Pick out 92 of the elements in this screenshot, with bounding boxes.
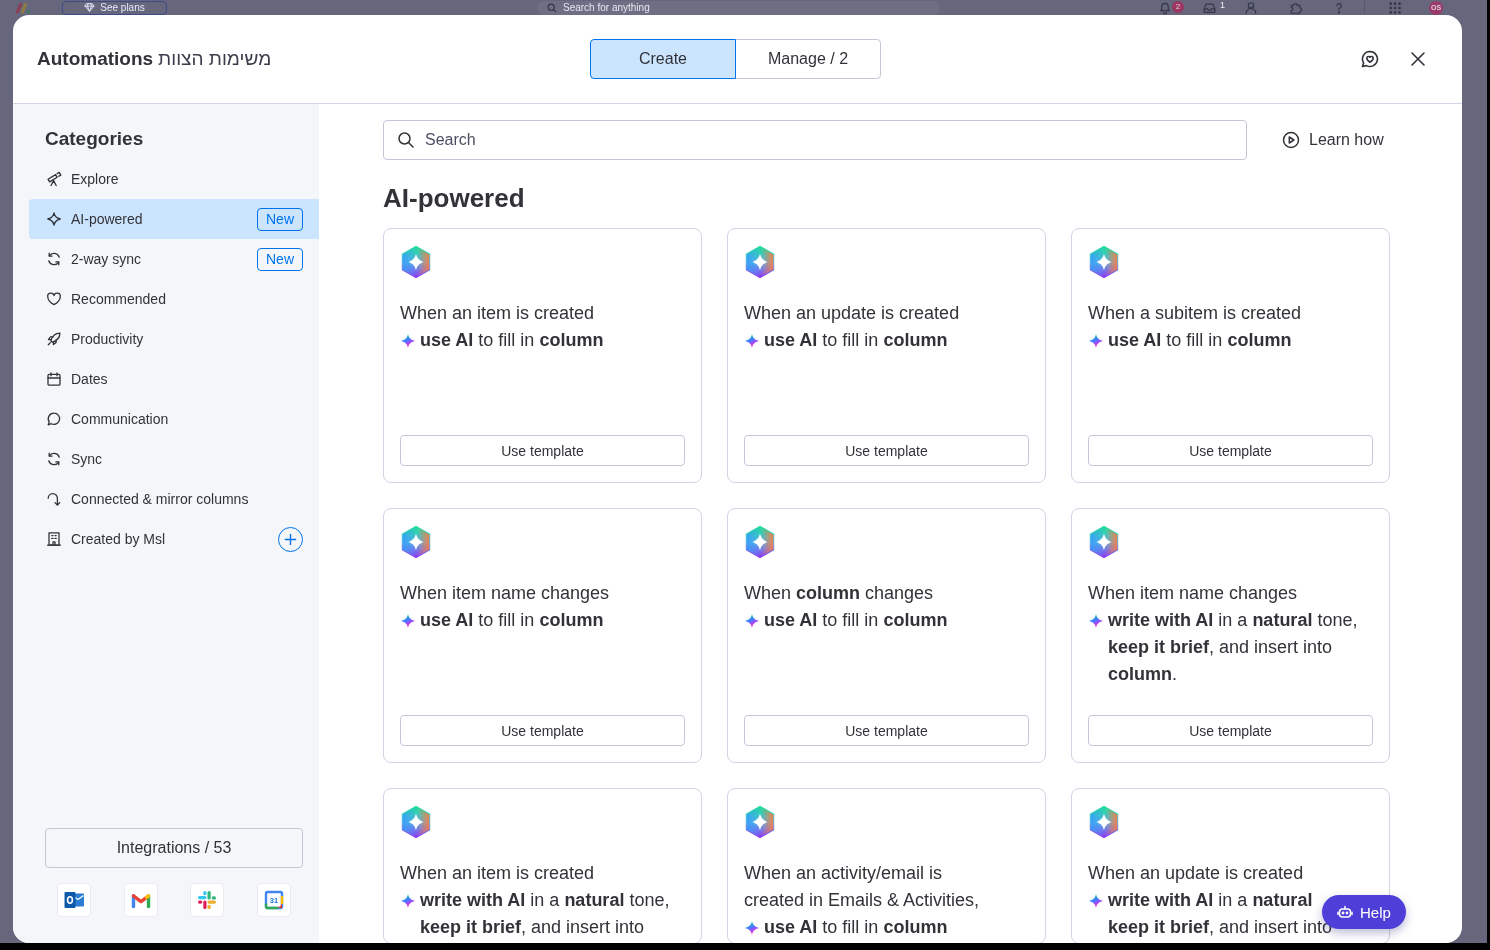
segment-tab[interactable]: Create — [590, 39, 736, 79]
sync-arrows-icon — [46, 251, 62, 267]
category-item[interactable]: Dates — [29, 359, 319, 399]
category-item[interactable]: Explore — [29, 159, 319, 199]
puzzle-icon[interactable] — [1288, 0, 1303, 15]
see-plans-button[interactable]: See plans — [62, 0, 167, 15]
pinwheel-icon[interactable] — [190, 883, 225, 917]
plus-icon — [284, 532, 297, 546]
apps-grid-icon[interactable] — [1388, 0, 1404, 15]
category-item[interactable]: Communication — [29, 399, 319, 439]
category-item[interactable]: 2-way sync New — [29, 239, 319, 279]
search-icon — [397, 131, 415, 149]
building-icon — [46, 531, 62, 547]
inbox-icon[interactable] — [1202, 0, 1217, 15]
sparkle-hexagon-icon — [1088, 525, 1120, 559]
integrations-button[interactable]: Integrations / 53 — [45, 828, 303, 868]
notification-badge: 2 — [1172, 0, 1184, 13]
robot-icon — [1337, 904, 1353, 920]
use-template-button[interactable]: Use template — [744, 435, 1029, 466]
action-text: use AI to fill in column — [420, 329, 604, 352]
use-template-button[interactable]: Use template — [400, 435, 685, 466]
bell-icon[interactable] — [1158, 0, 1172, 15]
new-badge: New — [257, 207, 303, 231]
trigger-text: When a subitem is created — [1088, 302, 1303, 325]
action-text: write with AI in a natural tone, keep it brief, and insert into column. — [1108, 609, 1358, 686]
heart-icon — [46, 291, 62, 307]
calendar-icon — [46, 371, 62, 387]
close-icon — [1410, 51, 1426, 67]
sidebar-heading: Categories — [45, 127, 145, 151]
sparkle-hexagon-icon — [1088, 245, 1120, 279]
speech-bubble-icon — [46, 411, 62, 427]
learn-how-button[interactable]: Learn how — [1282, 131, 1384, 149]
sparkle-icon — [400, 893, 416, 909]
segment-tab[interactable]: Manage / 2 — [735, 39, 881, 79]
trigger-text: When an update is created — [744, 302, 961, 325]
trigger-text: When an item is created — [400, 302, 596, 325]
person-icon[interactable] — [1244, 0, 1258, 15]
new-badge: New — [257, 247, 303, 271]
category-item[interactable]: AI-powered New — [29, 199, 319, 239]
sparkle-icon — [744, 333, 760, 349]
action-text: use AI to fill in column — [420, 609, 604, 632]
gem-icon — [84, 2, 96, 13]
category-item[interactable]: Recommended — [29, 279, 319, 319]
use-template-button[interactable]: Use template — [744, 715, 1029, 746]
action-text: use AI to fill in column — [764, 329, 948, 352]
sparkle-icon — [744, 920, 760, 936]
use-template-button[interactable]: Use template — [1088, 715, 1373, 746]
sparkle-hexagon-icon — [400, 805, 432, 839]
telescope-icon — [46, 171, 62, 187]
search-field[interactable]: Search for anything — [537, 0, 940, 15]
sparkle-icon — [1088, 333, 1104, 349]
board-name: משימות הצוות — [158, 48, 272, 70]
trigger-text: When an update is created — [1088, 862, 1305, 885]
action-text: use AI to fill in column — [1108, 329, 1292, 352]
sparkle-icon — [744, 613, 760, 629]
trigger-text: When an item is created — [400, 862, 596, 885]
sparkle-hexagon-icon — [744, 245, 776, 279]
category-item[interactable]: Productivity — [29, 319, 319, 359]
category-item[interactable]: Connected & mirror columns — [29, 479, 319, 519]
m-mail-icon[interactable] — [123, 883, 158, 917]
sync-arrows-icon — [46, 451, 62, 467]
chat-heart-icon — [1360, 49, 1380, 69]
sparkle-icon — [1088, 613, 1104, 629]
action-text: use AI to fill in column — [764, 916, 948, 939]
inbox-count: 1 — [1220, 0, 1225, 10]
search-icon — [547, 2, 557, 13]
sparkle-icon — [46, 211, 62, 227]
action-text: write with AI in a natural tone, keep it brief, and insert into — [420, 889, 670, 939]
use-template-button[interactable]: Use template — [400, 715, 685, 746]
curved-arrow-icon — [46, 491, 62, 507]
trigger-text: When item name changes — [400, 582, 611, 605]
dialog-title: Automations — [37, 48, 154, 70]
play-circle-icon — [1282, 131, 1300, 149]
sparkle-hexagon-icon — [744, 805, 776, 839]
rocket-icon — [46, 331, 62, 347]
action-text: use AI to fill in column — [764, 609, 948, 632]
trigger-text: When column changes — [744, 582, 935, 605]
sparkle-icon — [400, 613, 416, 629]
sparkle-icon — [400, 333, 416, 349]
sparkle-hexagon-icon — [744, 525, 776, 559]
sparkle-hexagon-icon — [400, 245, 432, 279]
category-item[interactable]: Created by Msl — [29, 519, 319, 559]
sparkle-icon — [1088, 893, 1104, 909]
trigger-text: When item name changes — [1088, 582, 1299, 605]
category-item[interactable]: Sync — [29, 439, 319, 479]
section-heading: AI-powered — [383, 182, 526, 215]
sparkle-hexagon-icon — [400, 525, 432, 559]
search-field[interactable]: Search — [383, 120, 1247, 160]
use-template-button[interactable]: Use template — [1088, 435, 1373, 466]
mail-icon[interactable] — [57, 883, 91, 917]
sparkle-hexagon-icon — [1088, 805, 1120, 839]
logo-icon — [15, 1, 31, 14]
